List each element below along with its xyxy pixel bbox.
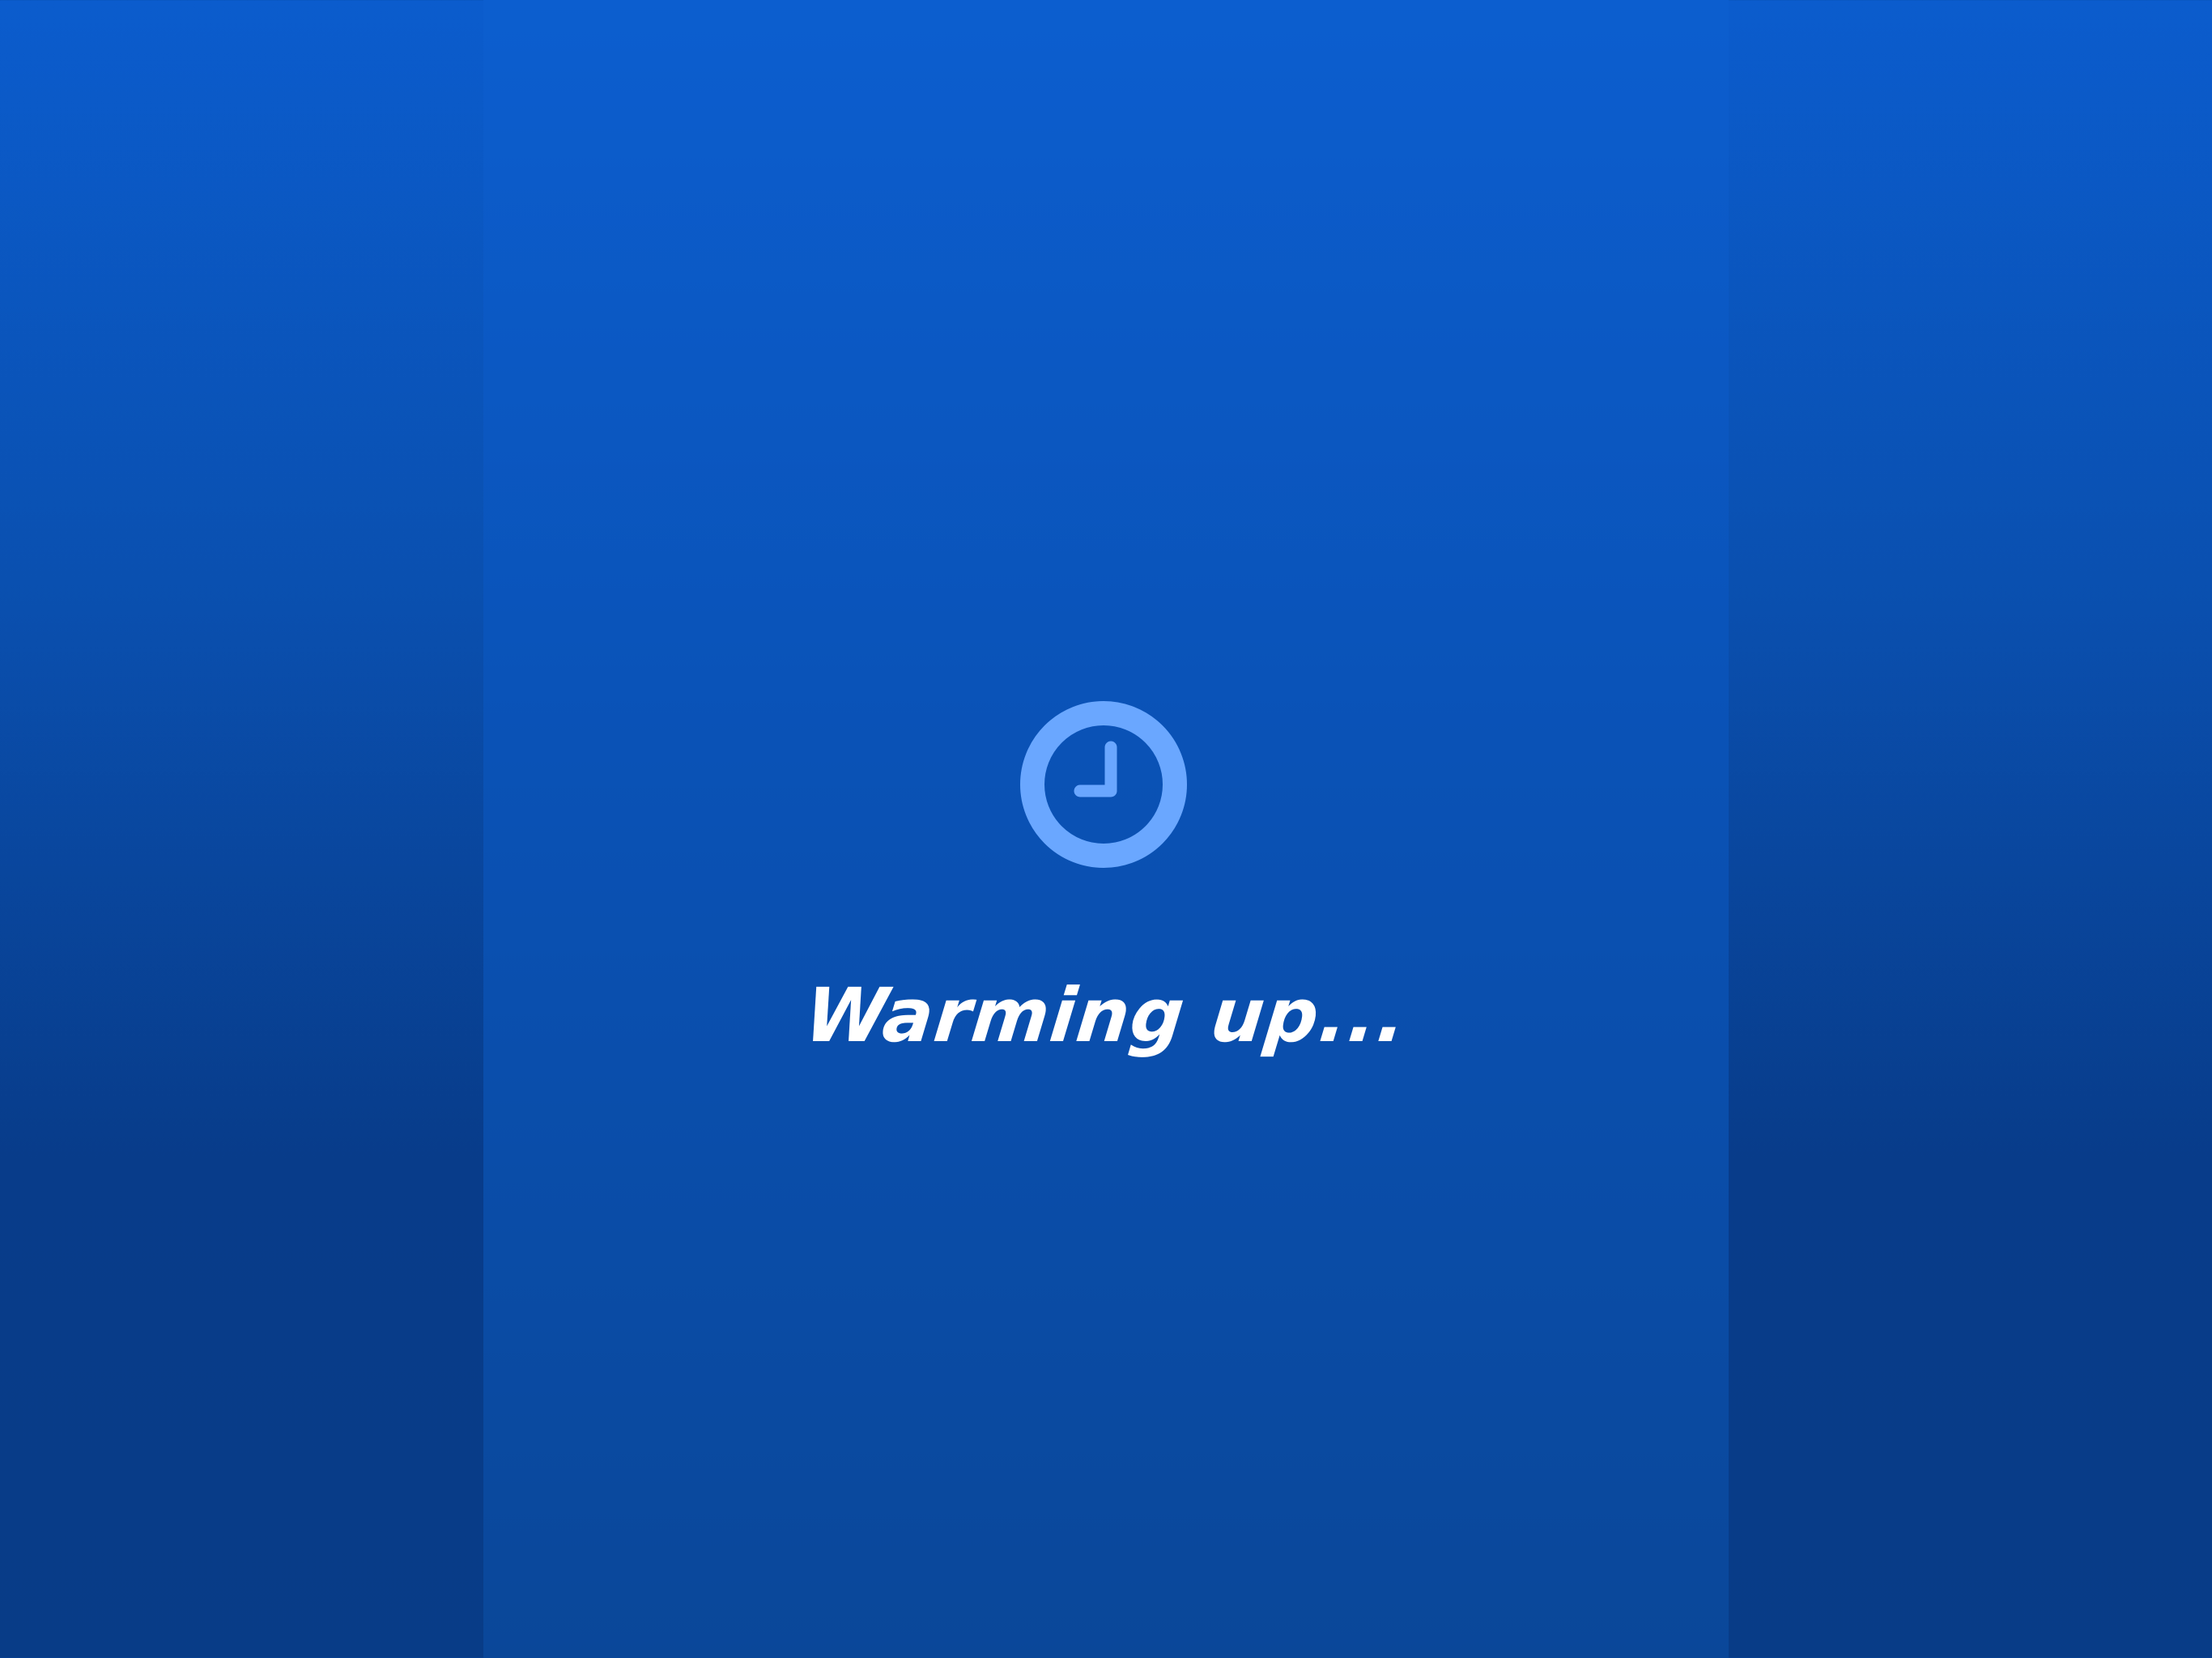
right-background-panel xyxy=(1729,0,2212,1658)
warming-up-status-text: Warming up... xyxy=(801,972,1412,1059)
left-background-panel xyxy=(0,0,483,1658)
clock-icon xyxy=(1020,701,1187,868)
